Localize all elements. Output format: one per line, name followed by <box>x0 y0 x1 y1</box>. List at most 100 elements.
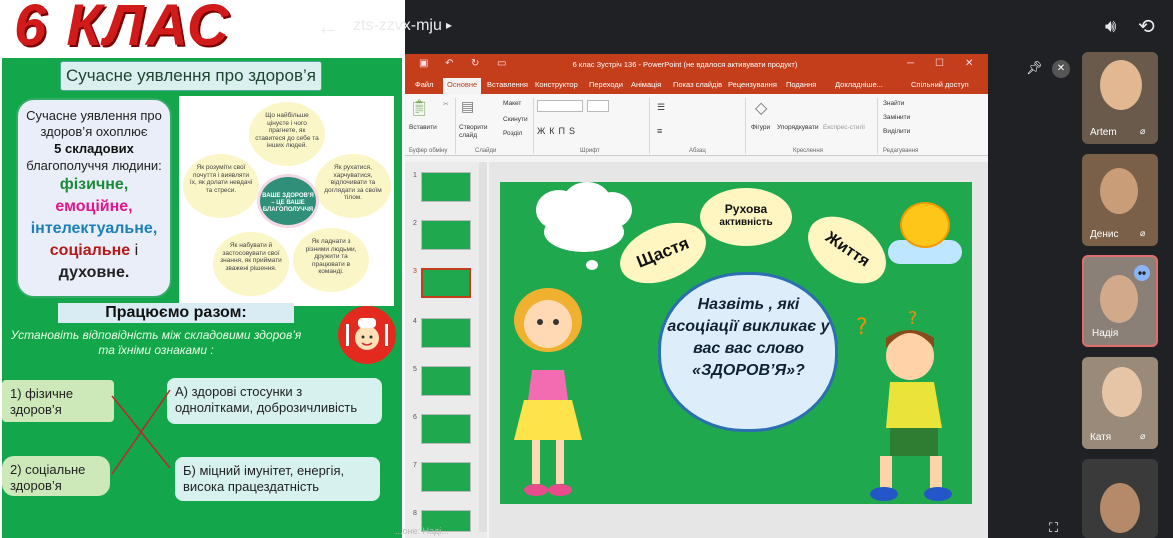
bullets-icon[interactable]: ☰ <box>657 102 665 113</box>
flower-petal: Як набувати й застосовувати свої знання,… <box>213 232 289 296</box>
select-button[interactable]: Виділити <box>883 128 910 135</box>
topic-title: Сучасне уявлення про здоров’я <box>60 61 322 91</box>
reset-button[interactable]: Скинути <box>503 116 528 123</box>
tab-tell-me[interactable]: Докладніше... <box>835 80 883 89</box>
slide-thumbnail-selected[interactable] <box>421 268 471 298</box>
mic-off-icon[interactable]: ✕ <box>1052 60 1070 78</box>
participant-tile[interactable]: ⌀ Денис <box>1082 154 1158 246</box>
association-physical-activity: Рухова активність <box>700 188 792 246</box>
match-item-physical: 1) фізичне здоров’я <box>2 380 114 422</box>
paste-icon[interactable]: 📋︎ <box>409 98 429 118</box>
flower-petal: Як ладнати з різними людьми, дружити та … <box>293 228 369 292</box>
ribbon: 📋︎ Вставити ✂ ▤ Створити слайд Макет Ски… <box>405 94 988 156</box>
new-slide-icon[interactable]: ▤ <box>461 98 474 115</box>
meeting-code[interactable]: zts-zzvx-mju <box>353 17 442 35</box>
tab-file[interactable]: Файл <box>415 80 433 89</box>
group-label: Слайди <box>475 148 497 154</box>
font-size-field[interactable] <box>587 100 609 112</box>
component-intellectual: інтелектуальне, <box>30 220 158 237</box>
lesson-slide-image: 6 КЛАС Сучасне уявлення про здоров’я Суч… <box>0 0 405 538</box>
tab-review[interactable]: Рецензування <box>728 80 777 89</box>
save-icon[interactable]: ▣ <box>419 58 428 69</box>
tab-animations[interactable]: Анімація <box>631 80 661 89</box>
svg-text:?: ? <box>856 315 868 340</box>
sun-icon <box>900 202 950 248</box>
group-label: Абзац <box>689 148 706 154</box>
maximize-icon[interactable]: ☐ <box>935 58 944 69</box>
component-social: соціальне <box>49 242 131 259</box>
presenter-caption: ...оне: Наді... <box>395 526 449 536</box>
quick-styles-button[interactable]: Експрес-стилі <box>823 124 865 131</box>
participant-name: Катя <box>1090 432 1112 443</box>
arrange-button[interactable]: Упорядкувати <box>777 124 818 131</box>
slide-number: 4 <box>413 318 417 325</box>
participant-video <box>1102 367 1142 417</box>
mic-off-icon: ⌀ <box>1140 126 1146 136</box>
slide-number: 3 <box>413 268 417 275</box>
slide-thumbnail[interactable] <box>421 414 471 444</box>
participant-video <box>1100 483 1140 533</box>
participant-tile[interactable]: ⌀ Artem <box>1082 52 1158 144</box>
ppt-titlebar: ▣ ↶ ↻ ▭ 6 клас Зустріч 136 - PowerPoint … <box>405 54 988 76</box>
ppt-document-title: 6 клас Зустріч 136 - PowerPoint (не вдал… <box>572 60 798 69</box>
switch-camera-icon[interactable]: ⟲ <box>1138 14 1155 39</box>
participant-tile-active[interactable]: ⦁⦁ Надія <box>1082 255 1158 347</box>
pin-icon[interactable]: 📌︎ <box>1026 60 1044 78</box>
thumbnails-scrollbar[interactable] <box>479 162 487 532</box>
participant-tile[interactable]: ⌀ Катя <box>1082 357 1158 449</box>
slide-question: Назвіть , які асоціації викликає у вас в… <box>667 296 830 379</box>
redo-icon[interactable]: ↻ <box>471 58 479 69</box>
flower-center: ВАШЕ ЗДОРОВ’Я – ЦЕ ВАШЕ БЛАГОПОЛУЧЧЯ <box>257 174 319 228</box>
participant-tile[interactable] <box>1082 459 1158 538</box>
slide-thumbnail[interactable] <box>421 172 471 202</box>
new-slide-button[interactable]: Створити слайд <box>459 124 493 140</box>
tab-share[interactable]: Спільний доступ <box>911 80 969 89</box>
slide-thumbnail[interactable] <box>421 366 471 396</box>
slide-thumbnail[interactable] <box>421 220 471 250</box>
shapes-button[interactable]: Фігури <box>751 124 770 131</box>
chevron-right-icon[interactable]: ▸ <box>446 18 452 32</box>
tab-design[interactable]: Конструктор <box>535 80 578 89</box>
slide-thumbnail[interactable] <box>421 462 471 492</box>
close-icon[interactable]: ✕ <box>965 58 973 69</box>
component-emotional: емоційне, <box>55 198 133 215</box>
oval-text: активність <box>719 217 773 228</box>
flower-petal: Як рухатися, харчуватися, відпочивати та… <box>315 154 391 218</box>
slide-number: 6 <box>413 414 417 421</box>
tab-view[interactable]: Подання <box>786 80 816 89</box>
group-label: Буфер обміну <box>409 148 448 154</box>
tab-home[interactable]: Основне <box>443 78 482 94</box>
group-label: Шрифт <box>580 148 600 154</box>
paste-button[interactable]: Вставити <box>409 124 437 131</box>
volume-icon[interactable]: 🔊︎ <box>1105 16 1116 37</box>
participant-video <box>1100 168 1138 214</box>
cut-icon[interactable]: ✂ <box>443 100 448 108</box>
participant-name: Надія <box>1092 328 1119 339</box>
section-button[interactable]: Розділ <box>503 130 522 137</box>
slide-thumbnail[interactable] <box>421 318 471 348</box>
tab-slideshow[interactable]: Показ слайдів <box>673 80 722 89</box>
back-arrow-icon[interactable]: ← <box>315 14 341 40</box>
info-line: Сучасне уявлення про <box>26 108 162 123</box>
find-button[interactable]: Знайти <box>883 100 904 107</box>
tab-insert[interactable]: Вставлення <box>487 80 528 89</box>
info-line: здоров’я охоплює <box>40 124 148 139</box>
fullscreen-icon[interactable]: ⛶ <box>1049 520 1069 538</box>
replace-button[interactable]: Замінити <box>883 114 910 121</box>
health-info-box: Сучасне уявлення про здоров’я охоплює 5 … <box>16 98 172 298</box>
meet-top-bar: ← zts-zzvx-mju ▸ 🔊︎ ⟲ <box>317 0 1173 54</box>
slide-number: 5 <box>413 366 417 373</box>
minimize-icon[interactable]: ─ <box>907 58 914 69</box>
undo-icon[interactable]: ↶ <box>445 58 453 69</box>
align-icon[interactable]: ≡ <box>657 126 662 136</box>
font-name-field[interactable] <box>537 100 583 112</box>
boy-illustration: ? ? <box>856 308 952 501</box>
participant-name: Artem <box>1090 127 1117 138</box>
layout-button[interactable]: Макет <box>503 100 521 107</box>
font-style-buttons[interactable]: ЖКПS <box>537 126 579 136</box>
thought-cloud-dot <box>586 260 598 270</box>
shapes-icon[interactable]: ◇ <box>755 98 767 118</box>
group-label: Креслення <box>793 148 823 154</box>
tab-transitions[interactable]: Переходи <box>589 80 623 89</box>
present-icon[interactable]: ▭ <box>497 58 506 69</box>
